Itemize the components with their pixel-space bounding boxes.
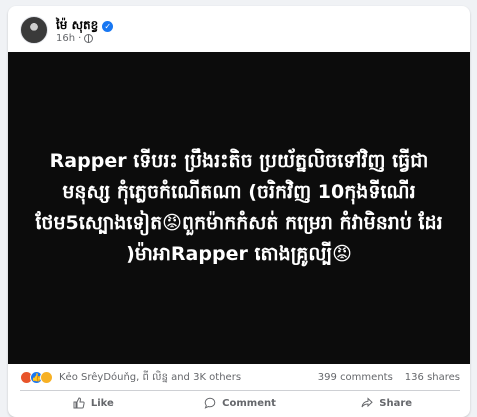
post-header: ម៉ៃ សុតខ្វ ✓ 16h ·	[20, 16, 460, 50]
verified-icon: ✓	[102, 20, 114, 32]
haha-reaction-icon	[40, 370, 53, 384]
shares-count[interactable]: 136 shares	[405, 372, 460, 383]
thumbs-up-icon	[73, 397, 85, 409]
avatar[interactable]	[20, 16, 48, 44]
post-image[interactable]: Rapper ទើបរះ ប្រឹងរះតិច ប្រយ័ត្នលិចទៅវិញ…	[8, 52, 470, 364]
separator-dot: ·	[78, 33, 82, 44]
share-icon	[361, 397, 374, 409]
globe-icon	[84, 34, 94, 43]
post-time[interactable]: 16h	[56, 33, 75, 44]
engagement-counts: 399 comments 136 shares	[318, 372, 460, 383]
reaction-stats: 👍 Kẻo SrêyDóuňg, ពី លិន្ន and 3K others …	[20, 369, 460, 385]
post-image-text: Rapper ទើបរះ ប្រឹងរះតិច ប្រយ័ត្នលិចទៅវិញ…	[35, 150, 443, 265]
share-label: Share	[379, 397, 413, 409]
like-button[interactable]: Like	[20, 392, 167, 414]
like-label: Like	[90, 397, 114, 409]
share-button[interactable]: Share	[313, 392, 460, 414]
comment-label: Comment	[222, 397, 276, 409]
divider	[20, 390, 460, 391]
comments-count[interactable]: 399 comments	[318, 372, 393, 383]
post-card: ម៉ៃ សុតខ្វ ✓ 16h · Rapper ទើបរះ ប្រឹងរះត…	[8, 6, 470, 417]
reaction-icons[interactable]: 👍	[20, 370, 53, 384]
reaction-summary[interactable]: Kẻo SrêyDóuňg, ពី លិន្ន and 3K others	[59, 370, 318, 385]
comment-icon	[204, 397, 216, 409]
post-meta: 16h ·	[56, 33, 94, 44]
comment-button[interactable]: Comment	[167, 392, 314, 414]
post-actions: Like Comment Share	[20, 392, 460, 414]
